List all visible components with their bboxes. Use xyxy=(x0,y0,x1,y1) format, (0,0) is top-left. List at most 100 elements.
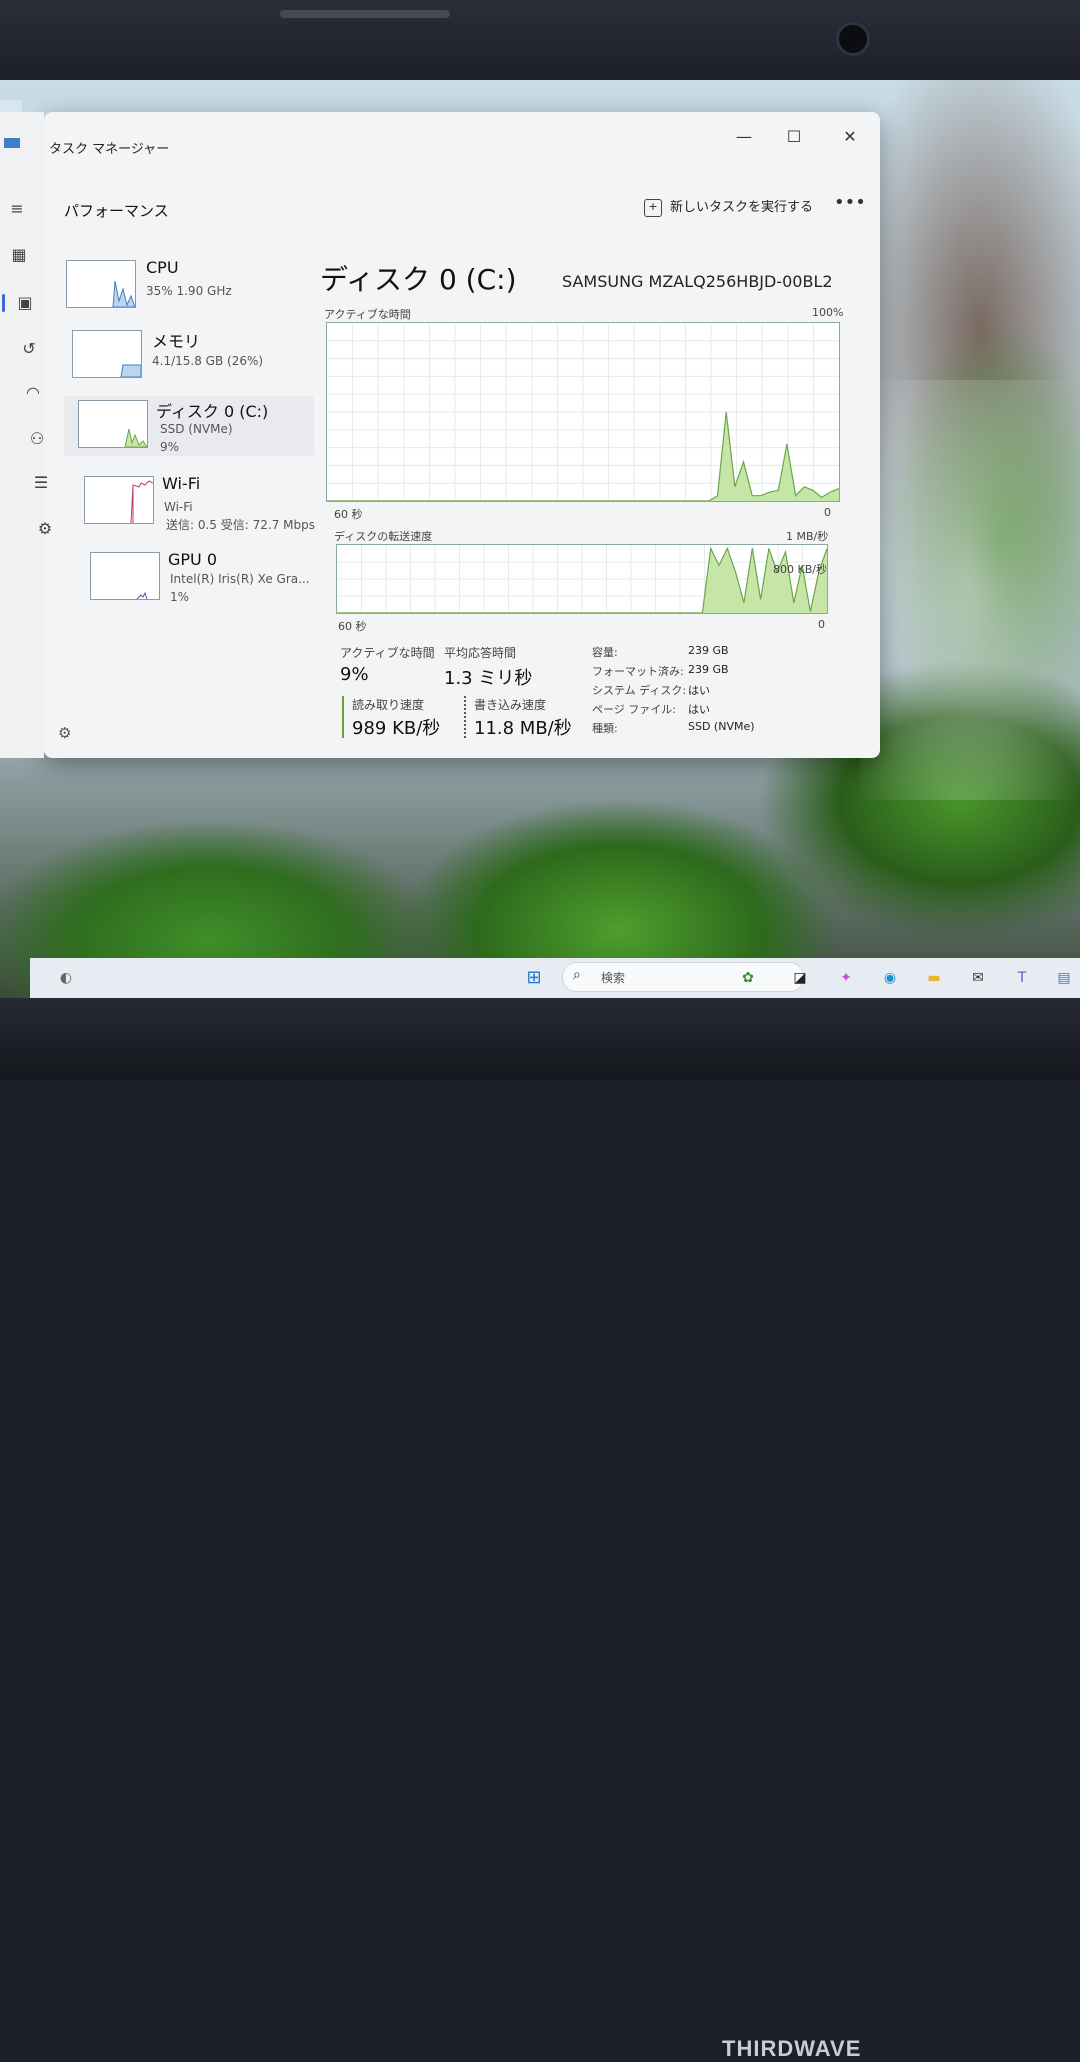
stat-avg-value: 1.3 ミリ秒 xyxy=(444,668,533,689)
search-icon: ⌕ xyxy=(573,967,581,983)
device-usage: 9% xyxy=(160,440,180,454)
minimize-button[interactable]: — xyxy=(724,122,764,152)
search-placeholder: 検索 xyxy=(601,971,626,985)
memory-thumbnail xyxy=(72,330,142,378)
search-box[interactable]: ⌕ 検索 xyxy=(562,962,804,992)
details-icon[interactable]: ☰ xyxy=(28,470,54,496)
prop-key: システム ディスク: xyxy=(592,684,687,697)
stat-write-value: 11.8 MB/秒 xyxy=(474,718,572,739)
stat-active-label: アクティブな時間 xyxy=(340,646,435,660)
stat-active-value: 9% xyxy=(340,664,369,685)
stat-read-value: 989 KB/秒 xyxy=(352,718,441,739)
device-detail: SSD (NVMe) xyxy=(160,422,233,436)
maximize-button[interactable]: ☐ xyxy=(774,122,814,152)
performance-icon[interactable]: ▣ xyxy=(12,290,38,316)
device-cpu[interactable]: CPU 35% 1.90 GHz xyxy=(64,258,314,318)
prop-key: フォーマット済み: xyxy=(592,665,684,678)
device-name: GPU 0 xyxy=(168,550,218,569)
page-title: パフォーマンス xyxy=(64,202,169,220)
brand-logo: THIRDWAVE xyxy=(722,2036,862,2061)
widgets-icon[interactable]: ◐ xyxy=(54,966,78,990)
device-memory[interactable]: メモリ 4.1/15.8 GB (26%) xyxy=(64,328,314,388)
cpu-thumbnail xyxy=(66,260,136,308)
gpu-thumbnail xyxy=(90,552,160,600)
device-wifi[interactable]: Wi-Fi Wi-Fi 送信: 0.5 受信: 72.7 Mbps xyxy=(64,474,315,534)
disk-title: ディスク 0 (C:) xyxy=(320,263,517,296)
active-time-label: アクティブな時間 xyxy=(324,308,411,321)
plant-icon: ✿ xyxy=(742,970,754,986)
transfer-rate-graph: 800 KB/秒 xyxy=(336,544,828,614)
device-name: Wi-Fi xyxy=(162,474,201,493)
device-detail: Wi-Fi xyxy=(164,500,193,514)
teams-icon[interactable]: T xyxy=(1010,966,1034,990)
nav-rail: ≡ ▦ ▣ ↺ ◠ ⚇ ☰ ⚙ xyxy=(0,112,52,758)
laptop-bezel-top xyxy=(0,0,1080,82)
read-indicator-bar xyxy=(342,696,344,738)
prop-value: はい xyxy=(688,684,710,697)
device-gpu0[interactable]: GPU 0 Intel(R) Iris(R) Xe Gra... 1% xyxy=(64,550,314,610)
stat-write-label: 書き込み速度 xyxy=(474,698,547,712)
prop-key: 種類: xyxy=(592,722,618,735)
transfer-rate-svg xyxy=(337,545,827,613)
device-detail: 35% 1.90 GHz xyxy=(146,284,232,298)
processes-icon[interactable]: ▦ xyxy=(6,242,32,268)
hamburger-menu-icon[interactable]: ≡ xyxy=(4,196,30,222)
settings-icon[interactable]: ⚙ xyxy=(58,724,71,742)
device-name: メモリ xyxy=(152,332,201,351)
task-manager-taskbar-icon[interactable]: ▤ xyxy=(1052,966,1076,990)
time-axis-left-2: 60 秒 xyxy=(338,620,367,633)
disk-thumbnail xyxy=(78,400,148,448)
taskbar: ◐ ⊞ ⌕ 検索 ✿ ◪ ✦ ◉ ▬ ✉ T ▤ xyxy=(30,958,1080,998)
active-time-graph xyxy=(326,322,840,502)
laptop-bezel-bottom: THIRDWAVE xyxy=(0,998,1080,2061)
users-icon[interactable]: ⚇ xyxy=(24,426,50,452)
title-bar[interactable]: タスク マネージャー — ☐ ✕ xyxy=(44,112,880,176)
time-axis-left: 60 秒 xyxy=(334,508,363,521)
app-icon xyxy=(4,138,20,148)
transfer-rate-mid: 800 KB/秒 xyxy=(773,563,827,576)
active-time-svg xyxy=(327,323,839,501)
task-view-icon[interactable]: ◪ xyxy=(788,966,812,990)
stat-read-label: 読み取り速度 xyxy=(352,698,425,712)
transfer-rate-max: 1 MB/秒 xyxy=(786,530,829,543)
transfer-rate-label: ディスクの転送速度 xyxy=(334,530,433,543)
run-task-label: 新しいタスクを実行する xyxy=(670,200,814,215)
active-time-max: 100% xyxy=(812,306,844,319)
close-button[interactable]: ✕ xyxy=(830,122,870,152)
webcam xyxy=(836,22,870,56)
services-icon[interactable]: ⚙ xyxy=(32,516,58,542)
task-manager-window: タスク マネージャー — ☐ ✕ パフォーマンス + 新しいタスクを実行する ••… xyxy=(44,112,880,758)
prop-value: SSD (NVMe) xyxy=(688,720,755,733)
window-title: タスク マネージャー xyxy=(49,142,170,157)
device-disk0[interactable]: ディスク 0 (C:) SSD (NVMe) 9% xyxy=(64,396,314,456)
time-axis-right-2: 0 xyxy=(818,618,825,631)
stat-avg-label: 平均応答時間 xyxy=(444,646,517,660)
file-explorer-icon[interactable]: ▬ xyxy=(922,966,946,990)
prop-value: 239 GB xyxy=(688,663,729,676)
device-detail: Intel(R) Iris(R) Xe Gra... xyxy=(170,572,310,586)
start-button[interactable]: ⊞ xyxy=(522,966,546,990)
copilot-icon[interactable]: ✦ xyxy=(834,966,858,990)
device-name: ディスク 0 (C:) xyxy=(156,402,269,421)
mail-icon[interactable]: ✉ xyxy=(966,966,990,990)
write-indicator-bar xyxy=(464,696,466,738)
app-history-icon[interactable]: ↺ xyxy=(16,336,42,362)
edge-browser-icon[interactable]: ◉ xyxy=(878,966,902,990)
startup-apps-icon[interactable]: ◠ xyxy=(20,380,46,406)
device-throughput: 送信: 0.5 受信: 72.7 Mbps xyxy=(166,518,315,532)
prop-value: 239 GB xyxy=(688,644,729,657)
prop-key: ページ ファイル: xyxy=(592,703,676,716)
prop-key: 容量: xyxy=(592,646,618,659)
run-task-icon: + xyxy=(644,198,662,217)
disk-model: SAMSUNG MZALQ256HBJD-00BL2 xyxy=(562,272,833,291)
prop-value: はい xyxy=(688,703,710,716)
device-name: CPU xyxy=(146,258,179,277)
run-new-task-button[interactable]: + 新しいタスクを実行する xyxy=(644,196,813,217)
device-usage: 1% xyxy=(170,590,190,604)
bezel-slot xyxy=(280,10,450,18)
wallpaper-fog xyxy=(860,380,1080,800)
wifi-thumbnail xyxy=(84,476,154,524)
time-axis-right: 0 xyxy=(824,506,831,519)
more-options-button[interactable]: ••• xyxy=(834,192,866,213)
active-nav-indicator xyxy=(2,294,5,312)
